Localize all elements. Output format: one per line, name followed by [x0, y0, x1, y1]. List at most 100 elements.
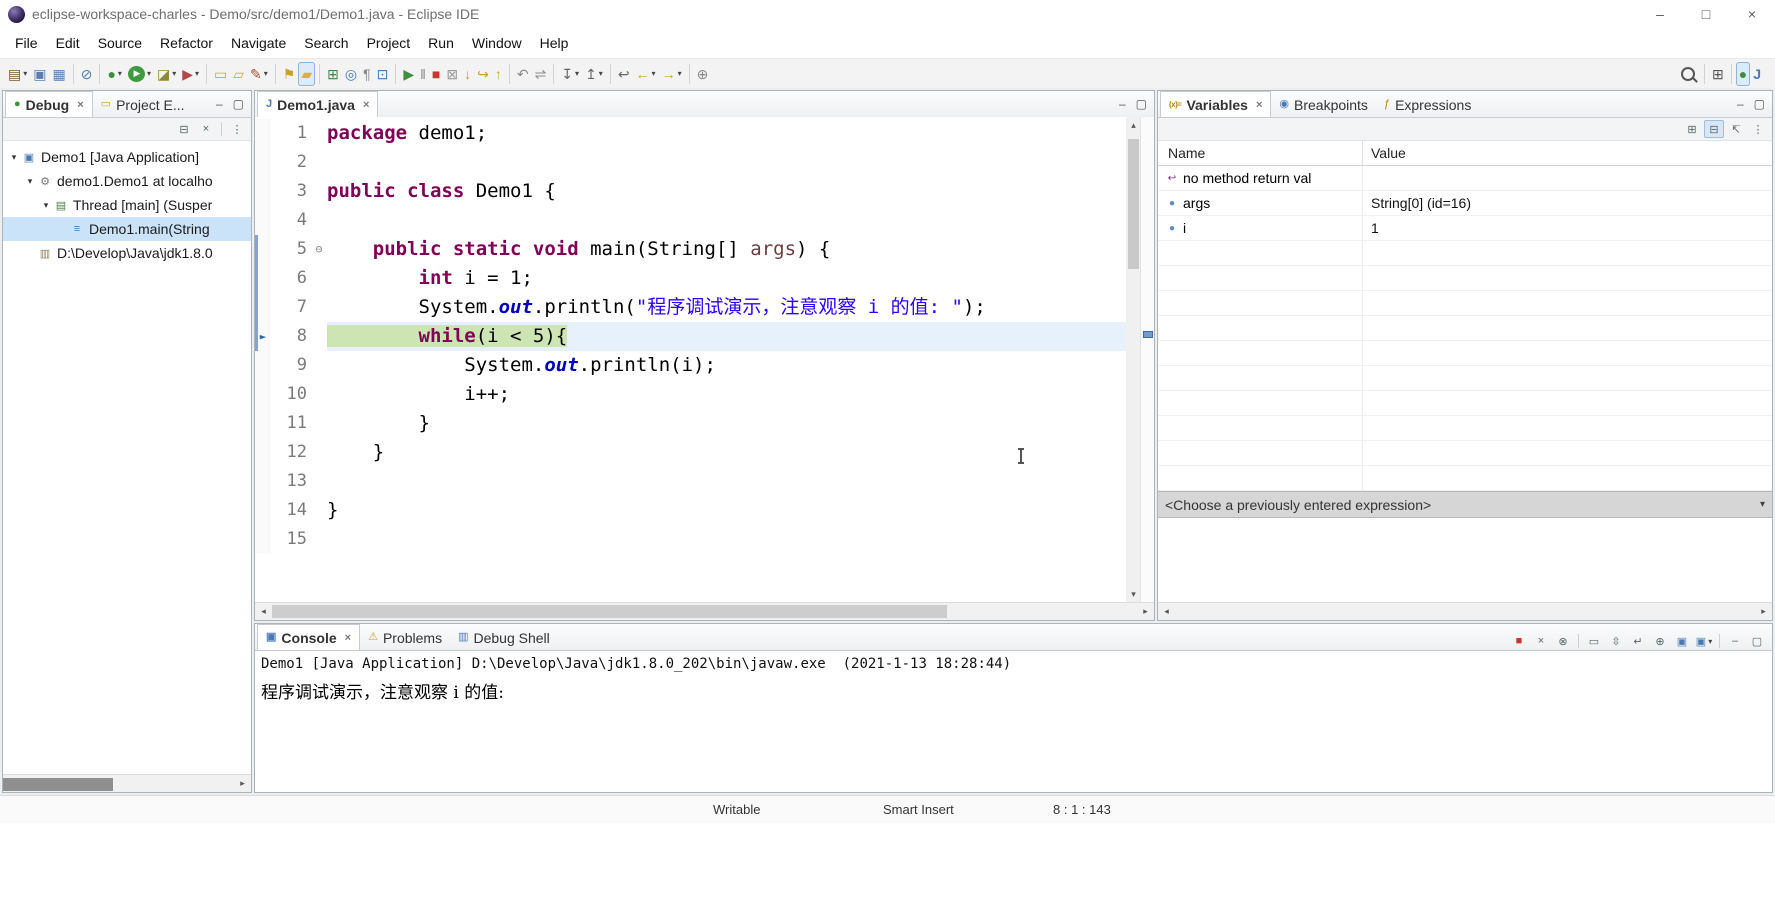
back-button[interactable]: ← ▾ — [633, 62, 659, 86]
collapse-all-button[interactable]: ⊟ — [174, 120, 194, 138]
code-line[interactable]: 1 package demo1; — [255, 119, 1126, 148]
scrollbar-track[interactable] — [1175, 603, 1755, 620]
show-whitespace-button[interactable]: ¶ — [360, 62, 374, 86]
collapse-all-button[interactable]: ↸ — [1726, 120, 1746, 138]
coverage-button[interactable]: ◪ ▾ — [154, 62, 179, 86]
scroll-right-icon[interactable]: ▸ — [1755, 603, 1772, 620]
new-task-button[interactable]: ⚑ — [280, 62, 299, 86]
code-line[interactable]: 4 — [255, 206, 1126, 235]
resume-button[interactable]: ▶ — [400, 62, 417, 86]
code-line[interactable]: 12 } — [255, 438, 1126, 467]
close-icon[interactable]: × — [77, 99, 83, 111]
pin-console-button[interactable]: ⊕ — [1650, 632, 1670, 650]
save-all-button[interactable]: ▦ — [49, 62, 68, 86]
console-output[interactable]: Demo1 [Java Application] D:\Develop\Java… — [255, 651, 1772, 792]
maximize-view-button[interactable]: ▢ — [1136, 97, 1147, 111]
editor-vertical-scrollbar[interactable]: ▴ ▾ — [1126, 117, 1141, 603]
remove-terminated-button[interactable]: × — [196, 120, 216, 138]
code-line[interactable]: 13 — [255, 467, 1126, 496]
scrollbar-thumb[interactable] — [272, 605, 947, 618]
disconnect-button[interactable]: ⊠ — [443, 62, 461, 86]
open-perspective-button[interactable]: ⊞ — [1709, 62, 1727, 86]
tree-item[interactable]: ▾ ⚙ demo1.Demo1 at localho — [3, 169, 251, 193]
new-package-button[interactable]: ⊞ — [324, 62, 342, 86]
column-header-value[interactable]: Value — [1363, 145, 1772, 161]
last-edit-location-button[interactable]: ↩ — [615, 62, 633, 86]
suspend-button[interactable]: ‖ — [417, 62, 429, 86]
display-selected-console-button[interactable]: ▣ — [1672, 632, 1692, 650]
code-line[interactable]: 5 ⊖ public static void main(String[] args… — [255, 235, 1126, 264]
expander-icon[interactable]: ▾ — [39, 200, 53, 211]
menu-item-source[interactable]: Source — [89, 31, 151, 55]
show-type-names-button[interactable]: ⊞ — [1682, 120, 1702, 138]
minimize-window-button[interactable]: – — [1637, 0, 1683, 28]
debug-line-marker[interactable] — [1143, 330, 1153, 338]
fold-marker[interactable]: ⊖ — [311, 235, 327, 264]
tab-variables[interactable]: (x)= Variables × — [1160, 91, 1272, 117]
debug-perspective-button[interactable]: ● — [1735, 61, 1751, 86]
maximize-view-button[interactable]: ▢ — [1747, 632, 1767, 650]
tab-problems[interactable]: ⚠ Problems — [360, 625, 450, 650]
minimize-view-button[interactable]: – — [216, 97, 223, 111]
tab-project-e[interactable]: ▭ Project E... — [93, 92, 193, 117]
external-tools-button[interactable]: ▶ ▾ — [179, 62, 202, 86]
open-file-button[interactable]: ▱ — [230, 62, 247, 86]
menu-item-project[interactable]: Project — [358, 31, 420, 55]
menu-item-run[interactable]: Run — [419, 31, 463, 55]
search-button[interactable] — [1676, 62, 1700, 86]
tab-breakpoints[interactable]: ◉ Breakpoints — [1271, 92, 1376, 117]
new-wizard-button[interactable]: ▤ ▾ — [5, 62, 30, 86]
close-icon[interactable]: × — [363, 99, 369, 111]
new-class-button[interactable]: ◎ — [342, 62, 360, 86]
code-line[interactable]: 7 System.out.println("程序调试演示，注意观察 i 的值: … — [255, 293, 1126, 322]
menu-item-help[interactable]: Help — [531, 31, 578, 55]
debug-button[interactable]: ● ▾ — [104, 62, 124, 86]
terminate-button[interactable]: ■ — [1509, 632, 1529, 650]
scroll-right-icon[interactable]: ▸ — [234, 775, 251, 792]
code-editor[interactable]: 1 package demo1; 2 3 public class Demo1 {4 5 ⊖… — [255, 117, 1126, 603]
use-step-filters-button[interactable]: ⇌ — [532, 62, 550, 86]
tree-item[interactable]: ▾ ▣ Demo1 [Java Application] — [3, 145, 251, 169]
close-icon[interactable]: × — [1256, 99, 1262, 111]
tree-item[interactable]: ▥ D:\Develop\Java\jdk1.8.0 — [3, 241, 251, 265]
run-button[interactable]: ▶ ▾ — [125, 62, 154, 86]
step-into-button[interactable]: ↓ — [461, 62, 474, 86]
step-over-button[interactable]: ↪ — [474, 62, 492, 86]
terminate-button[interactable]: ■ — [429, 62, 443, 86]
format-button[interactable]: ✎ ▾ — [247, 62, 271, 86]
maximize-view-button[interactable]: ▢ — [1754, 97, 1765, 111]
open-console-button[interactable]: ▣ ▾ — [1694, 632, 1714, 650]
menu-item-search[interactable]: Search — [295, 31, 357, 55]
code-line[interactable]: ► 8 while(i < 5){ — [255, 322, 1126, 351]
close-icon[interactable]: × — [345, 632, 351, 644]
menu-item-edit[interactable]: Edit — [47, 31, 89, 55]
minimize-view-button[interactable]: – — [1725, 632, 1745, 650]
scrollbar-thumb[interactable] — [3, 778, 113, 791]
show-logical-structures-button[interactable]: ⊟ — [1704, 120, 1724, 138]
variable-row[interactable]: ● i 1 — [1158, 216, 1772, 241]
open-folder-button[interactable]: ▭ — [211, 62, 230, 86]
pin-editor-button[interactable]: ⊕ — [694, 62, 712, 86]
drop-to-frame-button[interactable]: ↶ — [514, 62, 532, 86]
code-line[interactable]: 9 System.out.println(i); — [255, 351, 1126, 380]
code-line[interactable]: 10 i++; — [255, 380, 1126, 409]
show-selected-element-button[interactable]: ⊡ — [374, 62, 392, 86]
close-window-button[interactable]: × — [1729, 0, 1775, 28]
tree-item[interactable]: ≡ Demo1.main(String — [3, 217, 251, 241]
scroll-left-icon[interactable]: ◂ — [1158, 603, 1175, 620]
code-line[interactable]: 15 — [255, 525, 1126, 554]
tab-console[interactable]: ▣ Console × — [257, 624, 361, 650]
tab-demo1-java[interactable]: J Demo1.java × — [257, 91, 379, 117]
menu-item-navigate[interactable]: Navigate — [222, 31, 295, 55]
tab-expressions[interactable]: ƒ Expressions — [1376, 92, 1479, 117]
forward-button[interactable]: → ▾ — [659, 62, 685, 86]
remove-all-launches-button[interactable]: ⊗ — [1553, 632, 1573, 650]
menu-item-refactor[interactable]: Refactor — [151, 31, 222, 55]
tab-debug[interactable]: ● Debug × — [5, 91, 93, 117]
code-line[interactable]: 3 public class Demo1 { — [255, 177, 1126, 206]
minimize-view-button[interactable]: – — [1119, 97, 1126, 111]
java-perspective-button[interactable]: J — [1750, 62, 1764, 86]
menu-item-window[interactable]: Window — [463, 31, 531, 55]
word-wrap-button[interactable]: ↵ — [1628, 632, 1648, 650]
variable-row[interactable]: ● args String[0] (id=16) — [1158, 191, 1772, 216]
